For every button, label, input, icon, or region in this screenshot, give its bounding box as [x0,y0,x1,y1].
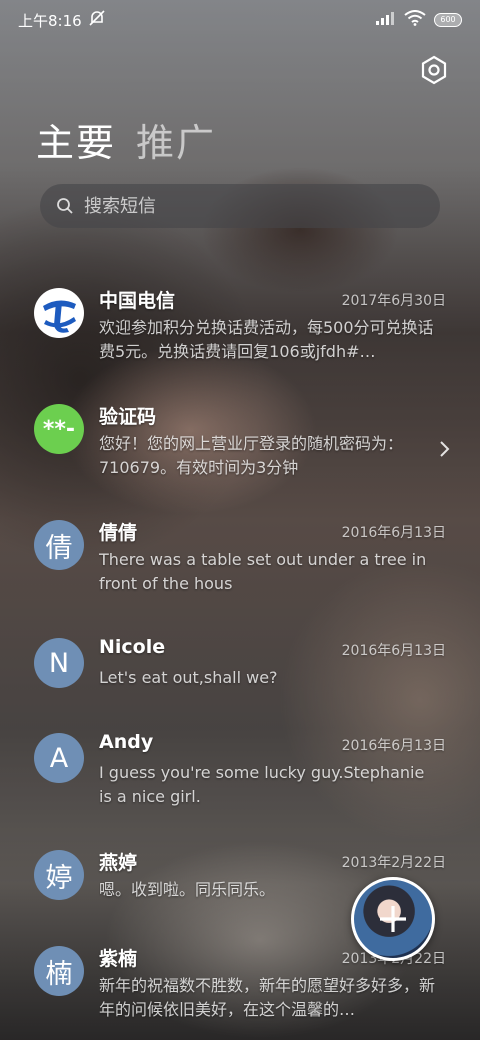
contact-name: 燕婷 [99,852,138,874]
search-bar[interactable] [40,184,440,228]
avatar [34,288,84,338]
contact-name: Nicole [99,636,166,658]
avatar: 倩 [34,520,84,570]
message-date: 2017年6月30日 [341,293,446,309]
china-telecom-logo-icon [37,291,81,335]
message-preview: Let's eat out,shall we? [99,668,278,687]
new-message-button[interactable] [351,877,435,961]
message-date: 2013年2月22日 [341,855,446,871]
avatar: 楠 [34,946,84,996]
category-tabs: 主要 推广 [36,112,216,167]
plus-icon [380,906,406,932]
conversation-item[interactable]: A Andy 2016年6月13日 I guess you're some lu… [0,727,480,845]
conversation-item[interactable]: 倩 倩倩 2016年6月13日 There was a table set ou… [0,514,480,632]
settings-hexagon-icon [421,55,447,85]
wifi-icon [404,10,426,30]
contact-name: 紫楠 [99,948,138,970]
avatar: A [34,733,84,783]
contact-name: 验证码 [99,406,157,428]
conversation-item[interactable]: **- 验证码 您好！您的网上营业厅登录的随机密码为：710679。有效时间为3… [0,398,480,516]
search-input[interactable] [84,195,404,217]
message-date: 2016年6月13日 [341,738,446,754]
chevron-right-icon [440,441,450,457]
message-preview: I guess you're some lucky guy.Stephanie … [99,763,425,806]
status-time: 上午8:16 [18,11,82,30]
battery-icon: 600 [434,13,462,27]
tab-promotions[interactable]: 推广 [136,112,216,167]
message-preview: 新年的祝福数不胜数，新年的愿望好多好多，新年的问候依旧美好，在这个温馨的… [99,976,435,1019]
message-date: 2016年6月13日 [341,643,446,659]
settings-button[interactable] [418,54,450,86]
contact-name: 中国电信 [99,290,176,312]
avatar: **- [34,404,84,454]
message-date: 2016年6月13日 [341,525,446,541]
contact-name: 倩倩 [99,522,138,544]
conversation-item[interactable]: 中国电信 2017年6月30日 欢迎参加积分兑换话费活动，每500分可兑换话费5… [0,282,480,400]
tab-main[interactable]: 主要 [36,112,116,167]
message-preview: 欢迎参加积分兑换话费活动，每500分可兑换话费5元。兑换话费请回复106或jfd… [99,318,434,361]
status-bar: 上午8:16 600 [0,0,480,40]
search-icon [57,198,73,214]
message-preview: 您好！您的网上营业厅登录的随机密码为：710679。有效时间为3分钟 [99,434,404,477]
avatar: 婷 [34,850,84,900]
contact-name: Andy [99,731,154,753]
message-preview: There was a table set out under a tree i… [99,550,427,593]
signal-icon [376,11,396,29]
avatar: N [34,638,84,688]
mute-icon [88,10,106,30]
